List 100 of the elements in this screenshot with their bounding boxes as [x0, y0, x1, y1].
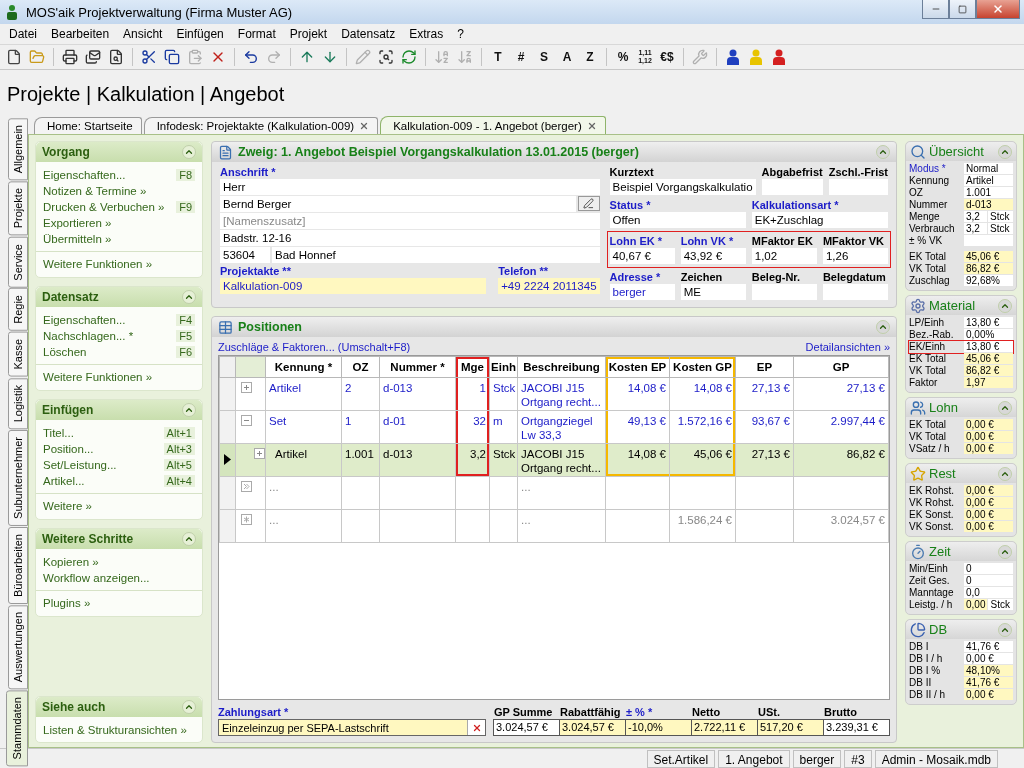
- column-header[interactable]: Kennung *: [265, 356, 342, 378]
- tab[interactable]: Infodesk: Projektakte (Kalkulation-009): [143, 117, 379, 134]
- text-field[interactable]: 53604: [220, 247, 270, 263]
- toolbar-button[interactable]: Z: [579, 46, 601, 68]
- menu-item[interactable]: Format: [230, 27, 283, 41]
- text-field[interactable]: ME: [680, 284, 746, 300]
- expand-icon[interactable]: [241, 382, 252, 393]
- collapse-button[interactable]: [998, 144, 1012, 159]
- sidebar-link[interactable]: Workflow anzeigen...: [43, 572, 150, 584]
- menu-item[interactable]: Bearbeiten: [44, 27, 117, 41]
- collapse-button[interactable]: [876, 320, 890, 334]
- sidebar-link[interactable]: Position...: [43, 443, 94, 455]
- column-header[interactable]: Nummer *: [379, 356, 456, 378]
- sidebar-link[interactable]: Weitere »: [43, 500, 92, 512]
- text-field[interactable]: [751, 284, 817, 300]
- clear-button[interactable]: [467, 720, 485, 735]
- collapse-button[interactable]: [998, 622, 1012, 637]
- column-header[interactable]: Kosten GP: [669, 356, 736, 378]
- menu-item[interactable]: Ansicht: [116, 27, 170, 41]
- sidebar-link[interactable]: Plugins »: [43, 597, 91, 609]
- collapse-button[interactable]: [182, 403, 196, 417]
- lookup-button[interactable]: [577, 196, 600, 211]
- sidebar-link[interactable]: Artikel...: [43, 475, 85, 487]
- side-tab[interactable]: Projekte: [8, 181, 28, 236]
- text-field[interactable]: [828, 179, 888, 195]
- text-field[interactable]: 43,92 €: [680, 248, 746, 264]
- sidebar-link[interactable]: Weitere Funktionen »: [43, 258, 153, 270]
- sidebar-link[interactable]: Titel...: [43, 427, 74, 439]
- text-field[interactable]: 1,02: [751, 248, 817, 264]
- link[interactable]: Detailansichten »: [805, 341, 890, 353]
- close-icon[interactable]: [359, 121, 370, 131]
- maximize-button[interactable]: [949, 0, 976, 19]
- menu-item[interactable]: Datei: [2, 27, 44, 41]
- expand-icon[interactable]: [254, 448, 265, 459]
- sidebar-link[interactable]: Kopieren »: [43, 556, 99, 568]
- sidebar-link[interactable]: Nachschlagen... *: [43, 330, 134, 342]
- toolbar-button[interactable]: €$: [656, 46, 678, 68]
- minimize-button[interactable]: [922, 0, 949, 19]
- column-header[interactable]: Kosten EP: [605, 356, 670, 378]
- text-field[interactable]: Badstr. 12-16: [220, 230, 600, 246]
- collapse-button[interactable]: [182, 532, 196, 546]
- collapse-button[interactable]: [998, 298, 1012, 313]
- collapse-button[interactable]: [182, 145, 196, 159]
- sidebar-link[interactable]: Eigenschaften...: [43, 314, 126, 326]
- text-field[interactable]: [822, 284, 888, 300]
- menu-item[interactable]: Datensatz: [334, 27, 403, 41]
- side-tab[interactable]: Büroarbeiten: [8, 526, 28, 604]
- close-button[interactable]: [976, 0, 1020, 19]
- collapse-icon[interactable]: [241, 415, 252, 426]
- collapse-button[interactable]: [998, 400, 1012, 415]
- sidebar-link[interactable]: Drucken & Verbuchen »: [43, 201, 165, 213]
- menu-item[interactable]: Projekt: [282, 27, 335, 41]
- sidebar-link[interactable]: Set/Leistung...: [43, 459, 117, 471]
- sidebar-link[interactable]: Übermitteln »: [43, 233, 112, 245]
- text-field[interactable]: Beispiel Vorgangskalkulatio: [609, 179, 756, 195]
- column-header[interactable]: GP: [793, 356, 889, 378]
- text-field[interactable]: +49 2224 2011345: [498, 278, 600, 294]
- text-field[interactable]: 1,26: [822, 248, 888, 264]
- text-field[interactable]: EK+Zuschlag: [751, 212, 888, 228]
- side-tab[interactable]: Regie: [8, 288, 28, 332]
- sidebar-link[interactable]: Notizen & Termine »: [43, 185, 147, 197]
- toolbar-button[interactable]: S: [533, 46, 555, 68]
- link[interactable]: Zuschläge & Faktoren... (Umschalt+F8): [218, 341, 411, 353]
- text-field[interactable]: [Namenszusatz]: [220, 213, 600, 229]
- tab[interactable]: Kalkulation-009 - 1. Angebot (berger): [380, 116, 606, 134]
- side-tab[interactable]: Subunternehmer: [8, 430, 28, 526]
- collapse-button[interactable]: [998, 544, 1012, 559]
- side-tab[interactable]: Service: [8, 236, 28, 288]
- sidebar-link[interactable]: Exportieren »: [43, 217, 112, 229]
- column-header[interactable]: Beschreibung: [517, 356, 606, 378]
- text-field[interactable]: Offen: [609, 212, 746, 228]
- side-tab[interactable]: Allgemein: [8, 118, 28, 181]
- payment-field[interactable]: Einzeleinzug per SEPA-Lastschrift: [218, 719, 486, 736]
- side-tab[interactable]: Stammdaten: [6, 690, 28, 767]
- sidebar-link[interactable]: Weitere Funktionen »: [43, 371, 153, 383]
- text-field[interactable]: Herr: [220, 179, 600, 195]
- close-icon[interactable]: [586, 120, 597, 131]
- toolbar-button[interactable]: A: [556, 46, 578, 68]
- toolbar-button[interactable]: T: [487, 46, 509, 68]
- text-field[interactable]: Bad Honnef: [272, 247, 600, 263]
- column-header[interactable]: OZ: [341, 356, 380, 378]
- sidebar-link[interactable]: Eigenschaften...: [43, 169, 126, 181]
- menu-item[interactable]: ?: [450, 27, 471, 41]
- column-header[interactable]: EP: [735, 356, 794, 378]
- collapse-button[interactable]: [182, 290, 196, 304]
- menu-item[interactable]: Extras: [402, 27, 451, 41]
- menu-item[interactable]: Einfügen: [169, 27, 231, 41]
- collapse-button[interactable]: [876, 145, 890, 159]
- text-field[interactable]: [761, 179, 823, 195]
- collapse-button[interactable]: [182, 700, 196, 714]
- collapse-button[interactable]: [998, 466, 1012, 481]
- sidebar-link[interactable]: Listen & Strukturansichten »: [43, 724, 187, 736]
- side-tab[interactable]: Logistik: [8, 377, 28, 429]
- toolbar-button[interactable]: %: [612, 46, 634, 68]
- side-tab[interactable]: Kasse: [8, 332, 28, 377]
- toolbar-button[interactable]: #: [510, 46, 532, 68]
- tab[interactable]: Home: Startseite: [34, 117, 142, 134]
- text-field[interactable]: berger: [609, 284, 675, 300]
- column-header[interactable]: Mge: [455, 356, 490, 378]
- column-header[interactable]: Einh: [489, 356, 518, 378]
